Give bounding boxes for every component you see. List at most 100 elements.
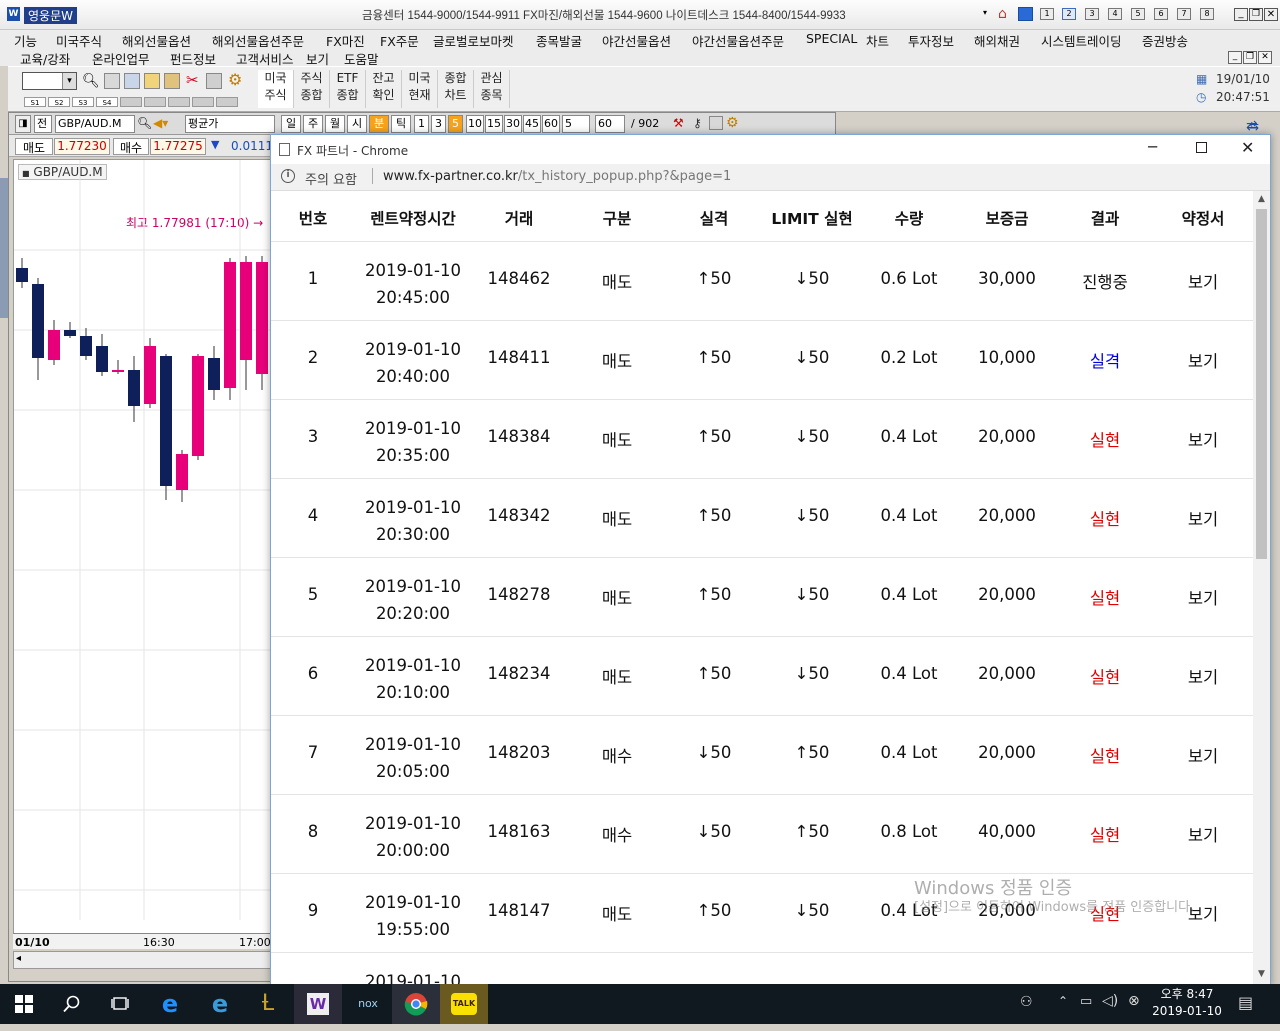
chrome-icon[interactable]: [392, 984, 440, 1024]
slot-placeholder[interactable]: [168, 97, 190, 107]
slot-placeholder[interactable]: [192, 97, 214, 107]
slot-button[interactable]: S4: [96, 97, 118, 107]
scroll-thumb[interactable]: [1256, 209, 1267, 559]
row-view-link[interactable]: 보기: [1143, 427, 1253, 451]
price-type-select[interactable]: 평균가: [185, 115, 275, 133]
toolbar-button[interactable]: 미국 주식: [258, 70, 294, 108]
lock-icon[interactable]: [164, 73, 180, 89]
page-button[interactable]: 5: [1131, 8, 1145, 20]
lol-icon[interactable]: Ƚ: [244, 984, 292, 1024]
screen-number-combo[interactable]: ▾: [22, 72, 77, 90]
taskbar-clock[interactable]: 오후 8:47 2019-01-10: [1138, 986, 1236, 1020]
popup-maximize-button[interactable]: [1196, 142, 1207, 153]
volume-icon[interactable]: ◁): [1102, 993, 1118, 1009]
chart-type-icon[interactable]: ◨: [15, 115, 31, 133]
popup-scrollbar[interactable]: ▲ ▼: [1253, 191, 1270, 987]
horizontal-scrollbar[interactable]: ◂: [13, 951, 275, 969]
sound-icon[interactable]: ◀▾: [153, 116, 168, 130]
notification-icon[interactable]: ▤: [1238, 993, 1253, 1012]
nox-icon[interactable]: nox: [344, 984, 392, 1024]
slot-placeholder[interactable]: [216, 97, 238, 107]
interval-button[interactable]: 5: [448, 115, 463, 133]
toolbar-button[interactable]: 미국 현재: [402, 70, 438, 108]
slot-placeholder[interactable]: [120, 97, 142, 107]
close-button[interactable]: ✕: [1264, 8, 1278, 21]
search-icon[interactable]: 🔍︎: [137, 116, 152, 130]
toolbar-button[interactable]: 잔고 확인: [366, 70, 402, 108]
key-icon[interactable]: ⚷: [693, 116, 702, 130]
interval-input[interactable]: 5: [562, 115, 590, 133]
count-input[interactable]: 60: [595, 115, 625, 133]
toolbar-button[interactable]: 종합 차트: [438, 70, 474, 108]
monitor-icon[interactable]: [1018, 7, 1033, 21]
symbol-select[interactable]: GBP/AUD.M: [55, 115, 135, 133]
address-bar[interactable]: i 주의 요함 www.fx-partner.co.kr/tx_history_…: [271, 164, 1270, 191]
page-button[interactable]: 3: [1085, 8, 1099, 20]
restore-button[interactable]: ❐: [1249, 8, 1263, 21]
row-view-link[interactable]: 보기: [1143, 269, 1253, 293]
user-icon[interactable]: [144, 73, 160, 89]
scroll-up-icon[interactable]: ▲: [1258, 194, 1265, 204]
popup-minimize-button[interactable]: ─: [1148, 138, 1157, 156]
scroll-down-icon[interactable]: ▼: [1258, 969, 1265, 979]
page-button[interactable]: 1: [1040, 8, 1054, 20]
home-icon[interactable]: ⌂: [998, 6, 1014, 22]
network-icon[interactable]: ▭: [1080, 994, 1092, 1009]
period-button[interactable]: 시: [347, 115, 367, 133]
row-view-link[interactable]: 보기: [1143, 506, 1253, 530]
search-icon[interactable]: [48, 984, 96, 1024]
magnifier-icon[interactable]: 🔍︎: [82, 73, 100, 89]
slot-button[interactable]: S2: [48, 97, 70, 107]
slot-button[interactable]: S1: [24, 97, 46, 107]
page-button[interactable]: 4: [1108, 8, 1122, 20]
tools-icon[interactable]: ⚒: [673, 116, 684, 130]
period-button[interactable]: 틱: [391, 115, 411, 133]
interval-button[interactable]: 15: [485, 115, 503, 133]
period-button[interactable]: 주: [303, 115, 323, 133]
mdi-restore-button[interactable]: ❐: [1243, 51, 1257, 64]
interval-button[interactable]: 30: [504, 115, 522, 133]
page-button[interactable]: 7: [1177, 8, 1191, 20]
calculator-icon[interactable]: [124, 73, 140, 89]
chart-settings-icon[interactable]: ⚙: [726, 115, 739, 131]
interval-button[interactable]: 45: [523, 115, 541, 133]
period-button[interactable]: 일: [281, 115, 301, 133]
scissors-icon[interactable]: ✂: [186, 71, 199, 89]
interval-button[interactable]: 1: [414, 115, 429, 133]
tray-chevron-icon[interactable]: ⌃: [1058, 994, 1068, 1008]
scroll-left-icon[interactable]: ◂: [16, 953, 21, 964]
interval-button[interactable]: 10: [466, 115, 484, 133]
info-icon[interactable]: i: [281, 169, 295, 183]
heroes-icon[interactable]: W: [294, 984, 342, 1024]
row-view-link[interactable]: 보기: [1143, 743, 1253, 767]
page-button[interactable]: 2: [1062, 8, 1076, 20]
mdi-close-button[interactable]: ✕: [1258, 51, 1272, 64]
period-button[interactable]: 월: [325, 115, 345, 133]
popup-close-button[interactable]: ✕: [1241, 138, 1254, 157]
minimize-button[interactable]: _: [1234, 8, 1248, 21]
gear-icon[interactable]: ⚙: [228, 70, 242, 89]
edge-icon[interactable]: e: [146, 984, 194, 1024]
row-view-link[interactable]: 보기: [1143, 822, 1253, 846]
toolbar-button[interactable]: ETF 종합: [330, 70, 366, 108]
people-icon[interactable]: ⚇: [1020, 994, 1033, 1010]
kakaotalk-icon[interactable]: TALK: [440, 984, 488, 1024]
dropdown-icon[interactable]: ▾: [983, 8, 992, 20]
ie-icon[interactable]: e: [196, 984, 244, 1024]
security-warning[interactable]: 주의 요함: [305, 169, 357, 188]
page-button[interactable]: 8: [1200, 8, 1214, 20]
slot-placeholder[interactable]: [144, 97, 166, 107]
row-view-link[interactable]: 보기: [1143, 664, 1253, 688]
toolbar-button[interactable]: 주식 종합: [294, 70, 330, 108]
save-chart-icon[interactable]: [709, 116, 723, 130]
print-icon[interactable]: [206, 73, 222, 89]
start-icon[interactable]: [0, 984, 48, 1024]
menu-item[interactable]: SPECIAL: [806, 31, 857, 46]
period-button[interactable]: 분: [369, 115, 389, 133]
mdi-minimize-button[interactable]: _: [1228, 51, 1242, 64]
task-view-icon[interactable]: [96, 984, 144, 1024]
all-button[interactable]: 전: [34, 115, 52, 133]
page-button[interactable]: 6: [1154, 8, 1168, 20]
save-icon[interactable]: [104, 73, 120, 89]
url-text[interactable]: www.fx-partner.co.kr/tx_history_popup.ph…: [383, 169, 731, 184]
